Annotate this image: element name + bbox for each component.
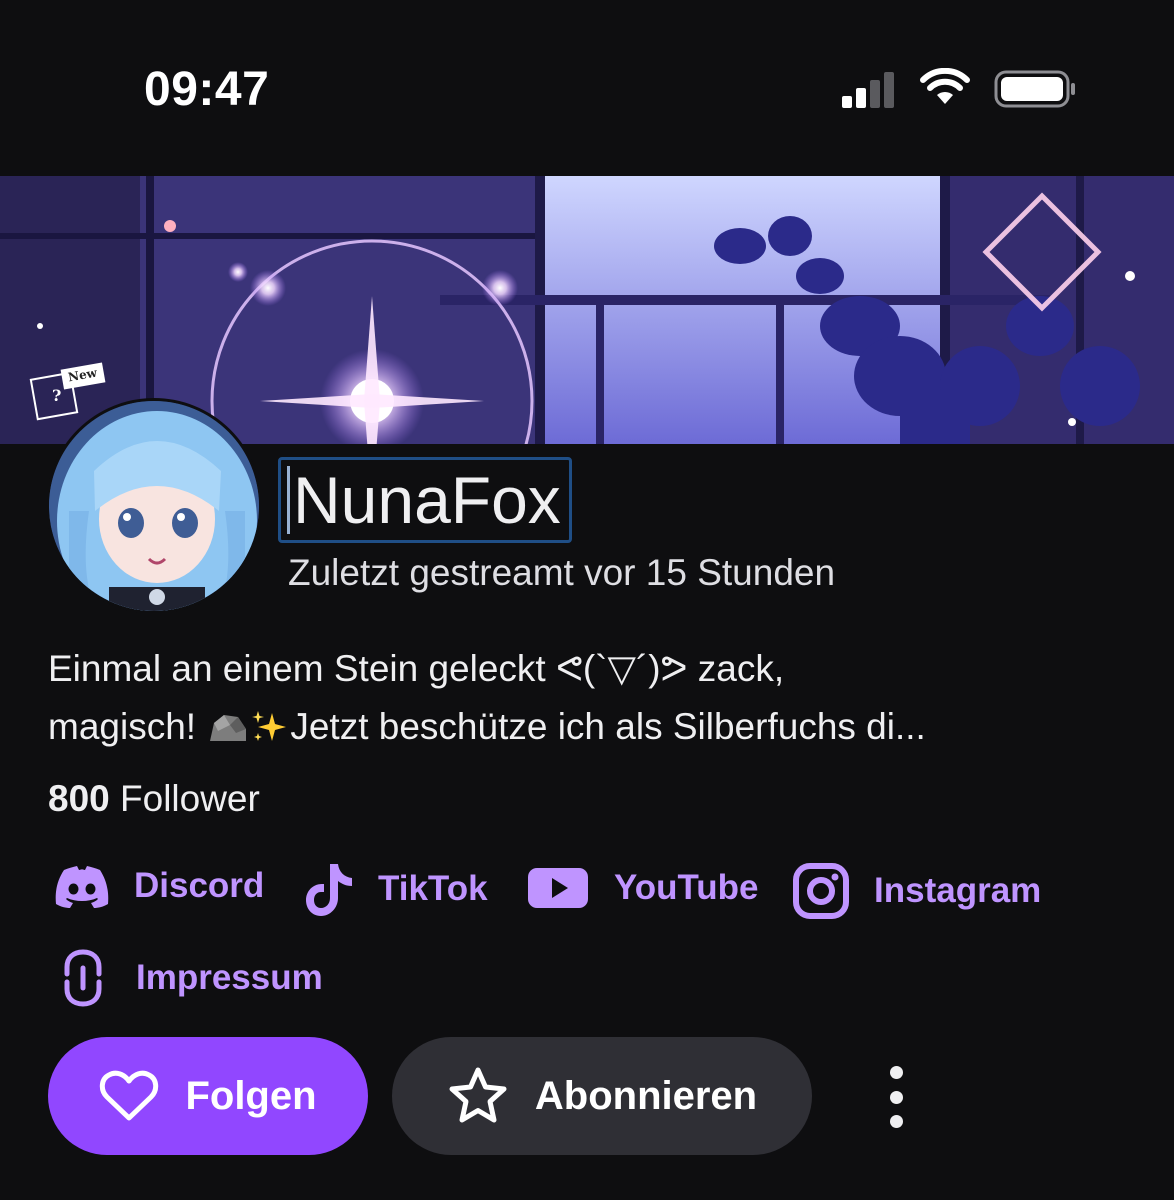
bio-line-2-end: Jetzt beschütze ich als Silberfuchs di..… xyxy=(290,706,926,747)
subscribe-button-label: Abonnieren xyxy=(534,1073,758,1118)
social-link-discord[interactable]: Discord xyxy=(54,864,264,908)
rock-emoji-icon xyxy=(210,715,247,741)
bio-line-2: magisch! Jetzt beschütze ich als Silberf… xyxy=(48,698,1138,756)
social-label-impressum: Impressum xyxy=(136,958,323,997)
last-streamed-text: Zuletzt gestreamt vor 15 Stunden xyxy=(288,552,836,593)
discord-icon xyxy=(55,866,109,908)
channel-bio: Einmal an einem Stein geleckt ᕙ(`▽´)ᕗ za… xyxy=(48,640,1138,756)
instagram-icon xyxy=(793,863,849,919)
link-icon xyxy=(64,949,102,1007)
channel-name: NunaFox xyxy=(293,463,561,537)
bio-line-1: Einmal an einem Stein geleckt ᕙ(`▽´)ᕗ za… xyxy=(48,648,785,689)
cellular-signal-icon xyxy=(842,72,894,108)
status-icons xyxy=(838,66,1078,112)
social-link-youtube[interactable]: YouTube xyxy=(526,864,759,912)
battery-icon xyxy=(994,70,1075,108)
new-badge-symbol: ? xyxy=(52,386,62,405)
followers-number: 800 xyxy=(48,778,110,819)
sparkles-emoji-icon xyxy=(252,711,287,741)
social-link-tiktok[interactable]: TikTok xyxy=(304,860,488,918)
channel-avatar[interactable] xyxy=(46,398,262,614)
subscribe-button[interactable]: Abonnieren xyxy=(392,1037,812,1155)
youtube-icon xyxy=(528,868,588,908)
follow-button[interactable]: Folgen xyxy=(48,1037,368,1155)
followers-count: 800 Follower xyxy=(48,778,260,820)
follow-button-label: Folgen xyxy=(185,1073,317,1118)
followers-label: Follower xyxy=(120,778,260,819)
social-link-impressum[interactable]: Impressum xyxy=(62,948,323,1008)
social-link-instagram[interactable]: Instagram xyxy=(792,862,1041,920)
tiktok-icon xyxy=(306,864,352,916)
bio-line-2-start: magisch! xyxy=(48,706,207,747)
wifi-icon xyxy=(920,68,970,104)
social-label-instagram: Instagram xyxy=(874,871,1042,910)
heart-icon xyxy=(100,1070,159,1121)
social-label-youtube: YouTube xyxy=(614,868,759,907)
text-cursor xyxy=(287,466,290,534)
more-vertical-icon[interactable] xyxy=(870,1062,922,1132)
channel-name-selection: NunaFox xyxy=(278,457,572,543)
more-dot xyxy=(889,1090,903,1104)
status-time: 09:47 xyxy=(144,63,270,116)
social-label-discord: Discord xyxy=(134,866,265,905)
social-label-tiktok: TikTok xyxy=(378,869,488,908)
more-dot xyxy=(889,1066,903,1079)
star-icon xyxy=(449,1067,507,1123)
more-dot xyxy=(889,1115,903,1128)
